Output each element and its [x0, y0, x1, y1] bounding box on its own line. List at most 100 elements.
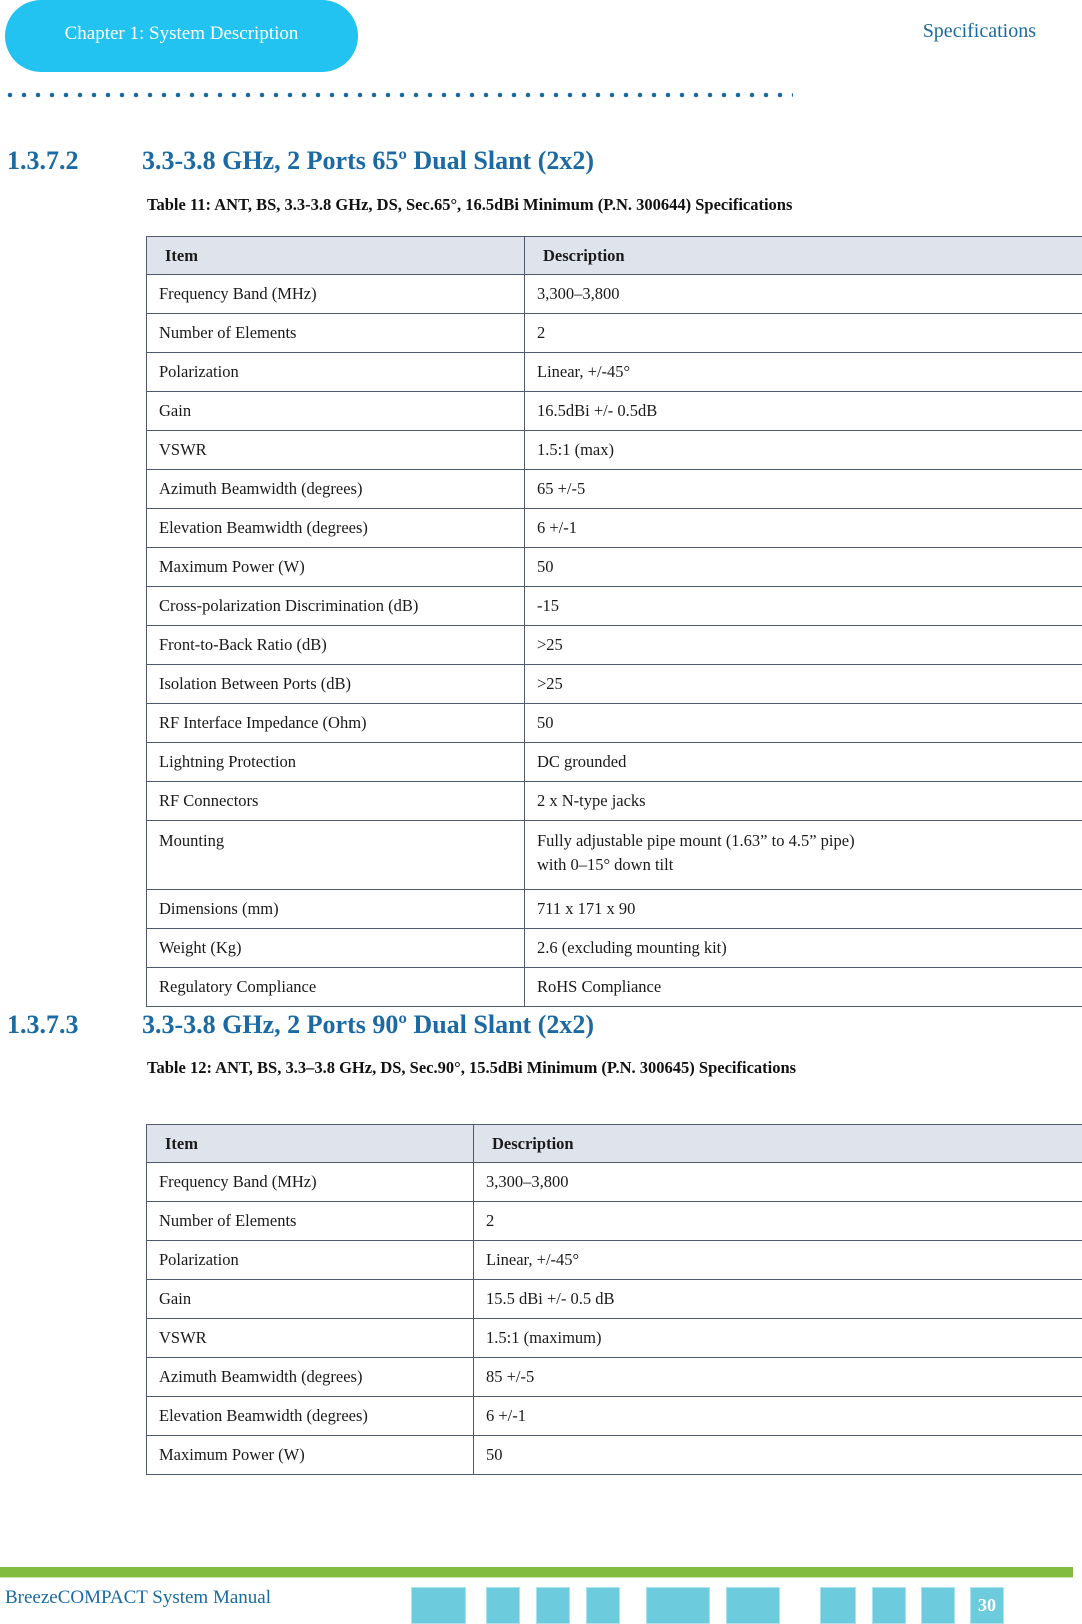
chapter-tab: Chapter 1: System Description — [5, 0, 358, 72]
spec-description: -15 — [524, 586, 1082, 626]
table-row: Azimuth Beamwidth (degrees) 85 +/-5 — [146, 1357, 1082, 1397]
table-row: Weight (Kg) 2.6 (excluding mounting kit) — [146, 928, 1082, 968]
table-row: Regulatory Compliance RoHS Compliance — [146, 967, 1082, 1007]
spec-description: 2.6 (excluding mounting kit) — [524, 928, 1082, 968]
spec-description: 1.5:1 (max) — [524, 430, 1082, 470]
spec-description: 50 — [524, 547, 1082, 587]
spec-description-line: with 0–15° down tilt — [537, 855, 674, 874]
table-row: Gain 16.5dBi +/- 0.5dB — [146, 391, 1082, 431]
spec-item: Elevation Beamwidth (degrees) — [146, 1396, 474, 1436]
table-row: Cross-polarization Discrimination (dB) -1… — [146, 586, 1082, 626]
spec-item: Number of Elements — [146, 313, 525, 353]
table-row: Azimuth Beamwidth (degrees) 65 +/-5 — [146, 469, 1082, 509]
spec-item: Lightning Protection — [146, 742, 525, 782]
spec-item: Cross-polarization Discrimination (dB) — [146, 586, 525, 626]
spec-item: Front-to-Back Ratio (dB) — [146, 625, 525, 665]
spec-description: 711 x 171 x 90 — [524, 889, 1082, 929]
spec-description: 6 +/-1 — [524, 508, 1082, 548]
spec-item: RF Interface Impedance (Ohm) — [146, 703, 525, 743]
spec-item: Weight (Kg) — [146, 928, 525, 968]
table-row: Elevation Beamwidth (degrees) 6 +/-1 — [146, 508, 1082, 548]
section-heading: 1.3.7.2 3.3-3.8 GHz, 2 Ports 65º Dual Sla… — [7, 146, 594, 176]
spec-item: Polarization — [146, 352, 525, 392]
spec-item: Azimuth Beamwidth (degrees) — [146, 469, 525, 509]
spec-item: Maximum Power (W) — [146, 1435, 474, 1475]
table-row: Number of Elements 2 — [146, 313, 1082, 353]
spec-item: Frequency Band (MHz) — [146, 274, 525, 314]
chapter-label: Chapter 1: System Description — [64, 23, 299, 44]
spec-description: 85 +/-5 — [473, 1357, 1082, 1397]
footer-manual-title: BreezeCOMPACT System Manual — [5, 1587, 271, 1608]
spec-item: Mounting — [146, 820, 525, 890]
table-row: Number of Elements 2 — [146, 1201, 1082, 1241]
spec-description: Fully adjustable pipe mount (1.63” to 4.… — [524, 820, 1082, 890]
spec-description: 65 +/-5 — [524, 469, 1082, 509]
table-row: RF Interface Impedance (Ohm) 50 — [146, 703, 1082, 743]
table-caption: Table 11: ANT, BS, 3.3-3.8 GHz, DS, Sec.… — [147, 195, 793, 214]
footer-bar — [0, 1567, 1073, 1578]
spec-item: Isolation Between Ports (dB) — [146, 664, 525, 704]
table-header-row: Item Description — [146, 1124, 1082, 1163]
footer-decor-block — [646, 1587, 710, 1624]
spec-description: Linear, +/-45° — [524, 352, 1082, 392]
spec-description: 2 x N-type jacks — [524, 781, 1082, 821]
spec-description: 16.5dBi +/- 0.5dB — [524, 391, 1082, 431]
footer-decor-block — [921, 1587, 955, 1624]
spec-item: VSWR — [146, 1318, 474, 1358]
table-row: Polarization Linear, +/-45° — [146, 352, 1082, 392]
table-header-row: Item Description — [146, 236, 1082, 275]
section-heading: 1.3.7.3 3.3-3.8 GHz, 2 Ports 90º Dual Sla… — [7, 1010, 594, 1040]
spec-item: Elevation Beamwidth (degrees) — [146, 508, 525, 548]
spec-item: RF Connectors — [146, 781, 525, 821]
spec-description-line: Fully adjustable pipe mount (1.63” to 4.… — [537, 831, 855, 850]
section-number: 1.3.7.3 — [7, 1010, 79, 1039]
spec-description: Linear, +/-45° — [473, 1240, 1082, 1280]
spec-item: Gain — [146, 391, 525, 431]
spec-item: VSWR — [146, 430, 525, 470]
table-row: Mounting Fully adjustable pipe mount (1.6… — [146, 820, 1082, 890]
spec-item: Gain — [146, 1279, 474, 1319]
table-caption: Table 12: ANT, BS, 3.3–3.8 GHz, DS, Sec.… — [147, 1058, 797, 1077]
footer-decor-block — [536, 1587, 570, 1624]
spec-item: Frequency Band (MHz) — [146, 1162, 474, 1202]
table-row: Dimensions (mm) 711 x 171 x 90 — [146, 889, 1082, 929]
section-title: 3.3-3.8 GHz, 2 Ports 65º Dual Slant (2x2… — [142, 146, 595, 175]
section-title: 3.3-3.8 GHz, 2 Ports 90º Dual Slant (2x2… — [142, 1010, 595, 1039]
spec-description: 1.5:1 (maximum) — [473, 1318, 1082, 1358]
table-row: Frequency Band (MHz) 3,300–3,800 — [146, 274, 1082, 314]
spec-table: Item Description Frequency Band (MHz) 3,3… — [146, 1124, 1082, 1475]
spec-description: DC grounded — [524, 742, 1082, 782]
table-row: Front-to-Back Ratio (dB) >25 — [146, 625, 1082, 665]
column-header-description: Description — [524, 236, 1082, 275]
footer-decor-block — [486, 1587, 520, 1624]
spec-table: Item Description Frequency Band (MHz) 3,3… — [146, 236, 1082, 1007]
spec-item: Polarization — [146, 1240, 474, 1280]
table-row: RF Connectors 2 x N-type jacks — [146, 781, 1082, 821]
spec-item: Azimuth Beamwidth (degrees) — [146, 1357, 474, 1397]
table-row: Elevation Beamwidth (degrees) 6 +/-1 — [146, 1396, 1082, 1436]
footer-decor-block — [872, 1587, 906, 1624]
footer-decor-block — [411, 1587, 466, 1624]
spec-description: 2 — [524, 313, 1082, 353]
table-row: Isolation Between Ports (dB) >25 — [146, 664, 1082, 704]
spec-description: RoHS Compliance — [524, 967, 1082, 1007]
table-row: Frequency Band (MHz) 3,300–3,800 — [146, 1162, 1082, 1202]
table-row: VSWR 1.5:1 (max) — [146, 430, 1082, 470]
spec-description: 50 — [473, 1435, 1082, 1475]
dotted-divider — [3, 92, 793, 98]
table-row: Polarization Linear, +/-45° — [146, 1240, 1082, 1280]
spec-item: Regulatory Compliance — [146, 967, 525, 1007]
footer-decor-block — [586, 1587, 620, 1624]
spec-description: 15.5 dBi +/- 0.5 dB — [473, 1279, 1082, 1319]
spec-description: 50 — [524, 703, 1082, 743]
table-row: Gain 15.5 dBi +/- 0.5 dB — [146, 1279, 1082, 1319]
spec-description: 2 — [473, 1201, 1082, 1241]
table-row: Maximum Power (W) 50 — [146, 1435, 1082, 1475]
section-number: 1.3.7.2 — [7, 146, 79, 175]
spec-description: >25 — [524, 664, 1082, 704]
column-header-description: Description — [473, 1124, 1082, 1163]
page-number: 30 — [970, 1587, 1004, 1624]
spec-item: Dimensions (mm) — [146, 889, 525, 929]
footer-decor-block — [820, 1587, 856, 1624]
spec-description: >25 — [524, 625, 1082, 665]
